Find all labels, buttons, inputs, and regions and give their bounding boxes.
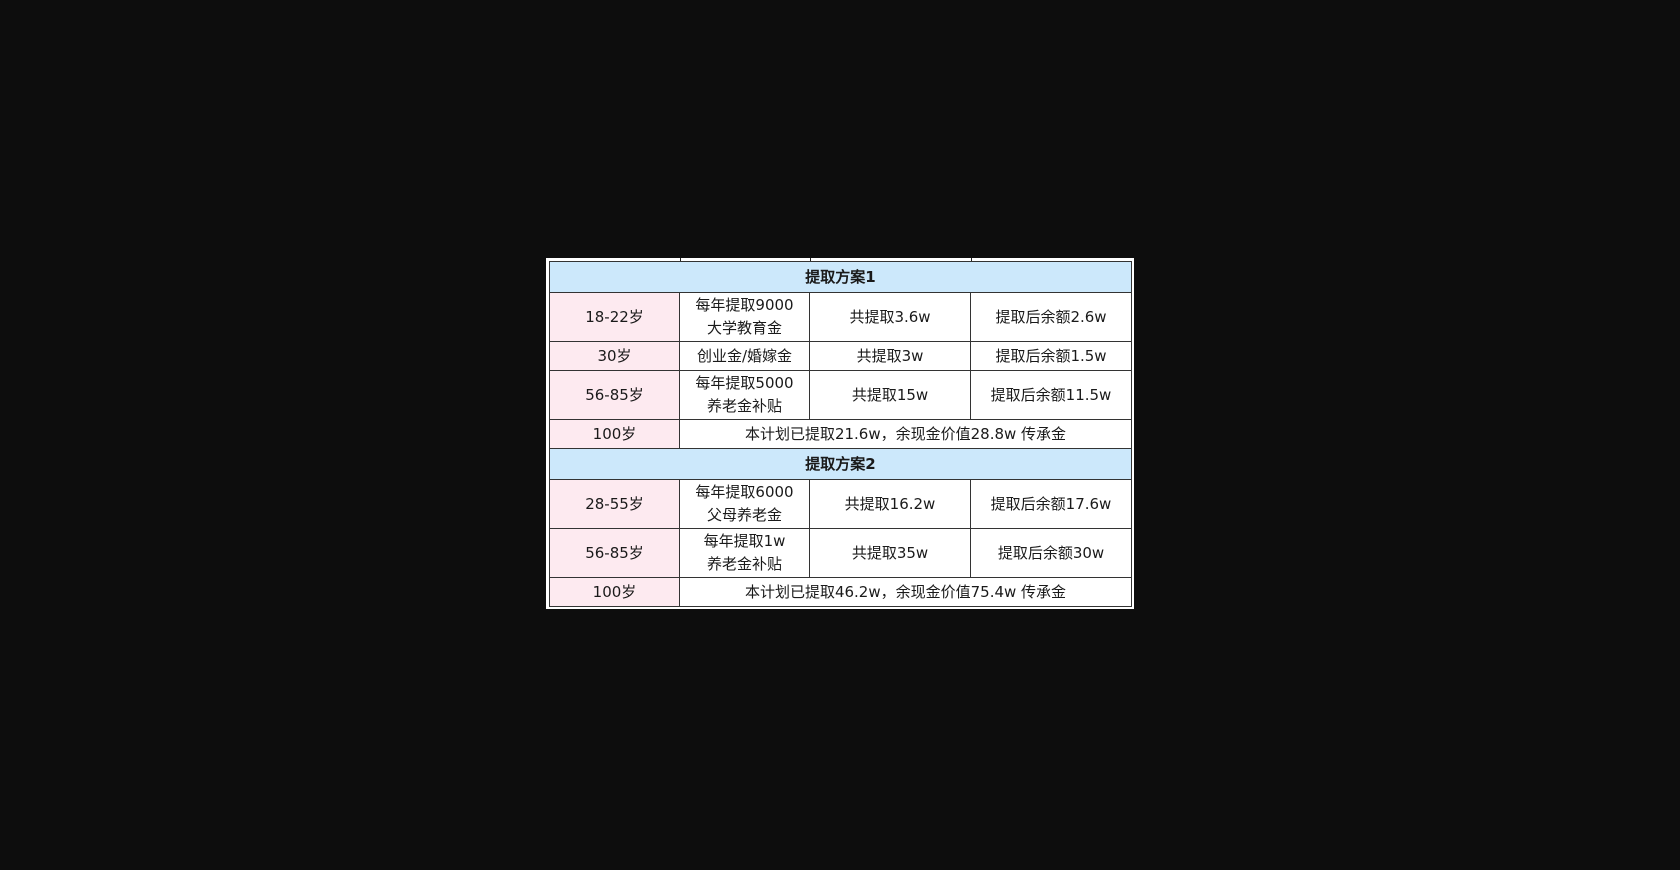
- age-cell: 30岁: [549, 341, 680, 371]
- summary-cell: 本计划已提取46.2w，余现金价值75.4w 传承金: [679, 577, 1132, 607]
- table-row: 30岁 创业金/婚嫁金 共提取3w 提取后余额1.5w: [549, 341, 1132, 371]
- description-line: 每年提取1w: [703, 532, 786, 550]
- description-line: 养老金补贴: [706, 397, 782, 415]
- total-withdrawn-cell: 共提取3.6w: [809, 292, 971, 342]
- total-withdrawn-cell: 共提取3w: [809, 341, 971, 371]
- table-row: 56-85岁 每年提取5000 养老金补贴 共提取15w 提取后余额11.5w: [549, 370, 1132, 420]
- remaining-balance-cell: 提取后余额2.6w: [970, 292, 1132, 342]
- summary-cell: 本计划已提取21.6w，余现金价值28.8w 传承金: [679, 419, 1132, 449]
- summary-row: 100岁 本计划已提取21.6w，余现金价值28.8w 传承金: [549, 419, 1132, 449]
- summary-row: 100岁 本计划已提取46.2w，余现金价值75.4w 传承金: [549, 577, 1132, 607]
- description-line: 大学教育金: [706, 319, 782, 337]
- age-cell: 100岁: [549, 419, 680, 449]
- total-withdrawn-cell: 共提取35w: [809, 528, 971, 578]
- description-cell: 每年提取1w 养老金补贴: [679, 528, 810, 578]
- age-cell: 56-85岁: [549, 528, 680, 578]
- table-row: 18-22岁 每年提取9000 大学教育金 共提取3.6w 提取后余额2.6w: [549, 292, 1132, 342]
- total-withdrawn-cell: 共提取16.2w: [809, 479, 971, 529]
- description-line: 父母养老金: [706, 506, 782, 524]
- remaining-balance-cell: 提取后余额30w: [970, 528, 1132, 578]
- withdrawal-plan-table: 提取方案1 18-22岁 每年提取9000 大学教育金 共提取3.6w 提取后余…: [549, 261, 1132, 607]
- plan-title: 提取方案1: [549, 261, 1132, 293]
- description-line: 每年提取6000: [695, 483, 794, 501]
- description-cell: 每年提取9000 大学教育金: [679, 292, 810, 342]
- description-line: 养老金补贴: [706, 555, 782, 573]
- description-cell: 创业金/婚嫁金: [679, 341, 810, 371]
- description-line: 每年提取5000: [695, 374, 794, 392]
- plan-header-row: 提取方案1: [549, 261, 1132, 293]
- description-cell: 每年提取6000 父母养老金: [679, 479, 810, 529]
- grid-stub: [680, 258, 681, 261]
- grid-stub: [971, 258, 972, 261]
- withdrawal-plan-table-image: 提取方案1 18-22岁 每年提取9000 大学教育金 共提取3.6w 提取后余…: [546, 258, 1134, 609]
- age-cell: 18-22岁: [549, 292, 680, 342]
- age-cell: 100岁: [549, 577, 680, 607]
- total-withdrawn-cell: 共提取15w: [809, 370, 971, 420]
- description-line: 每年提取9000: [695, 296, 794, 314]
- table-row: 28-55岁 每年提取6000 父母养老金 共提取16.2w 提取后余额17.6…: [549, 479, 1132, 529]
- remaining-balance-cell: 提取后余额17.6w: [970, 479, 1132, 529]
- remaining-balance-cell: 提取后余额11.5w: [970, 370, 1132, 420]
- table-row: 56-85岁 每年提取1w 养老金补贴 共提取35w 提取后余额30w: [549, 528, 1132, 578]
- description-cell: 每年提取5000 养老金补贴: [679, 370, 810, 420]
- age-cell: 56-85岁: [549, 370, 680, 420]
- plan-header-row: 提取方案2: [549, 448, 1132, 480]
- plan-title: 提取方案2: [549, 448, 1132, 480]
- grid-stub: [810, 258, 811, 261]
- remaining-balance-cell: 提取后余额1.5w: [970, 341, 1132, 371]
- age-cell: 28-55岁: [549, 479, 680, 529]
